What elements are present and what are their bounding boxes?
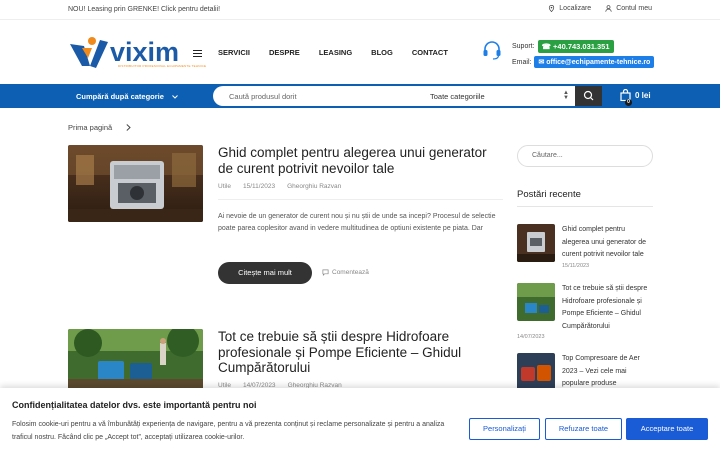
cart-button[interactable]: 0 0 lei: [620, 89, 651, 106]
nav-item-leasing[interactable]: LEASING: [319, 48, 352, 57]
recent-posts-title: Postări recente: [517, 189, 581, 200]
post-category[interactable]: Utile: [218, 183, 231, 190]
search-input[interactable]: Caută produsul dorit: [229, 92, 297, 101]
search-button[interactable]: [575, 86, 602, 106]
post-date: 15/11/2023: [243, 183, 276, 190]
nav-item-servicii[interactable]: SERVICII: [218, 48, 250, 57]
email-value: office@echipamente-tehnice.ro: [546, 59, 651, 66]
recent-post-thumbnail: [517, 283, 555, 321]
phone-label: Suport:: [512, 43, 535, 50]
category-menu-button[interactable]: Cumpără după categorie: [76, 92, 178, 101]
promo-link[interactable]: NOU! Leasing prin GRENKE! Click pentru d…: [68, 6, 220, 13]
read-more-button[interactable]: Citește mai mult: [218, 262, 312, 284]
email-row: Email: ✉ office@echipamente-tehnice.ro: [512, 56, 655, 68]
sidebar-search-input[interactable]: Căutare...: [517, 145, 653, 167]
recent-posts-divider: [517, 206, 653, 207]
search-bar-strip: Cumpără după categorie Caută produsul do…: [0, 84, 720, 108]
cart-count-badge: 0: [625, 99, 632, 106]
location-label: Localizare: [559, 5, 592, 12]
breadcrumb-home[interactable]: Prima pagină: [68, 123, 112, 132]
generator-image: [68, 145, 203, 222]
email-link[interactable]: ✉ office@echipamente-tehnice.ro: [534, 56, 655, 68]
account-link[interactable]: Contul meu: [605, 5, 652, 12]
cookie-text: Folosim cookie-uri pentru a vă îmbunătăț…: [12, 421, 445, 441]
post-meta-1: Utile 15/11/2023 Gheorghiu Razvan: [218, 183, 341, 190]
headset-icon: [483, 41, 501, 60]
logo-tagline: DISTRIBUITOR PROFESIONAL ECHIPAMENTE TEH…: [118, 64, 207, 68]
site-logo[interactable]: vixim DISTRIBUITOR PROFESIONAL ECHIPAMEN…: [68, 34, 206, 70]
customize-cookies-button[interactable]: Personalizați: [469, 418, 540, 440]
post-thumbnail-generator[interactable]: [68, 145, 203, 222]
recent-post-title: Tot ce trebuie să știi despre Hidrofoare…: [562, 285, 648, 330]
recent-post-title: Ghid complet pentru alegerea unui genera…: [562, 226, 647, 258]
accept-cookies-button[interactable]: Acceptare toate: [626, 418, 708, 440]
breadcrumb: Prima pagină: [68, 123, 131, 132]
account-label: Contul meu: [616, 5, 652, 12]
menu-icon[interactable]: [193, 50, 202, 57]
post-title-1[interactable]: Ghid complet pentru alegerea unui genera…: [218, 145, 503, 176]
location-link[interactable]: Localizare: [548, 5, 591, 12]
top-bar: NOU! Leasing prin GRENKE! Click pentru d…: [0, 0, 720, 20]
comment-label: Comentează: [332, 269, 369, 276]
recent-post-item[interactable]: Ghid complet pentru alegerea unui genera…: [517, 224, 653, 274]
nav-item-blog[interactable]: BLOG: [371, 48, 393, 57]
reject-cookies-button[interactable]: Refuzare toate: [545, 418, 622, 440]
header: vixim DISTRIBUITOR PROFESIONAL ECHIPAMEN…: [0, 20, 720, 84]
recent-post-date: 14/07/2023: [517, 334, 545, 340]
comment-icon: [322, 269, 329, 276]
main-nav: SERVICII DESPRE LEASING BLOG CONTACT: [218, 48, 448, 57]
phone-link[interactable]: ☎ +40.743.031.351: [537, 40, 614, 53]
nav-item-despre[interactable]: DESPRE: [269, 48, 300, 57]
recent-post-thumbnail: [517, 224, 555, 262]
select-arrows-icon: ▲ ▼: [563, 90, 569, 101]
comment-link[interactable]: Comentează: [322, 269, 369, 276]
category-menu-label: Cumpără după categorie: [76, 92, 164, 101]
cookie-title: Confidențialitatea datelor dvs. este imp…: [12, 400, 257, 410]
recent-post-item[interactable]: Top Compresoare de Aer 2023 – Vezi cele …: [517, 353, 653, 391]
location-pin-icon: [549, 5, 555, 12]
top-links: Localizare Contul meu: [548, 5, 652, 12]
post-thumbnail-pumps[interactable]: [68, 329, 203, 391]
chevron-down-icon: [172, 94, 178, 99]
product-search: Caută produsul dorit Toate categoriile ▲…: [213, 86, 602, 106]
recent-post-date: 15/11/2023: [562, 263, 590, 269]
support-box: Suport: ☎ +40.743.031.351 Email: ✉ offic…: [482, 38, 662, 78]
phone-value: +40.743.031.351: [553, 42, 610, 51]
nav-item-contact[interactable]: CONTACT: [412, 48, 448, 57]
cookie-banner: Confidențialitatea datelor dvs. este imp…: [0, 388, 720, 450]
logo-wordmark: vixim: [110, 36, 180, 67]
post-excerpt-1: Ai nevoie de un generator de curent nou …: [218, 213, 496, 232]
search-icon: [583, 90, 594, 101]
category-select[interactable]: Toate categoriile: [430, 92, 485, 101]
sidebar-search-placeholder: Căutare...: [532, 152, 563, 159]
recent-post-item[interactable]: Tot ce trebuie să știi despre Hidrofoare…: [517, 283, 653, 343]
pumps-image: [68, 329, 203, 391]
recent-post-title: Top Compresoare de Aer 2023 – Vezi cele …: [562, 355, 640, 387]
phone-row: Suport: ☎ +40.743.031.351: [512, 40, 614, 53]
post-author[interactable]: Gheorghiu Razvan: [287, 183, 341, 190]
cart-total: 0 lei: [635, 90, 651, 100]
meta-divider: [218, 199, 503, 200]
email-label: Email:: [512, 58, 532, 66]
logo-mark-icon: [70, 37, 108, 68]
post-title-2[interactable]: Tot ce trebuie să știi despre Hidrofoare…: [218, 329, 503, 376]
chevron-right-icon: [126, 124, 131, 131]
recent-post-thumbnail: [517, 353, 555, 391]
user-icon: [605, 5, 612, 12]
